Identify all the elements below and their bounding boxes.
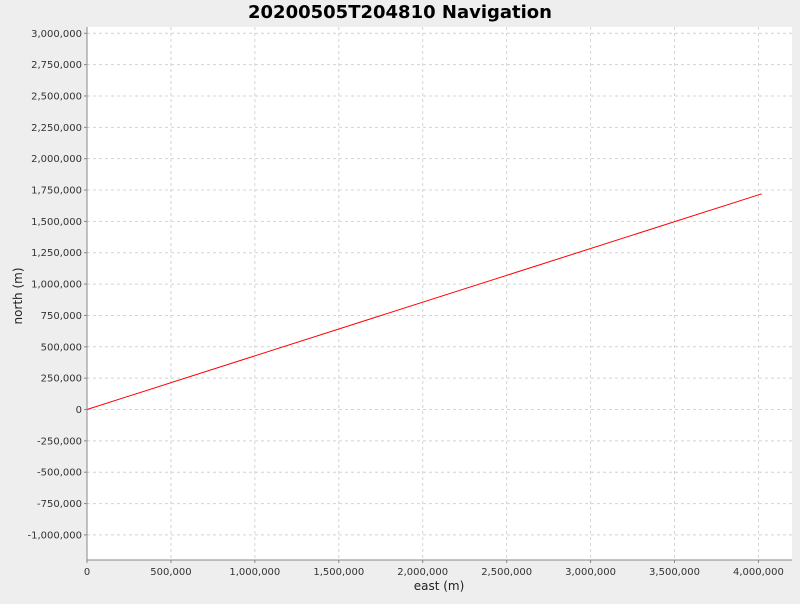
x-tick-label: 4,000,000: [733, 567, 784, 578]
y-tick-label: 2,750,000: [31, 60, 82, 71]
x-tick-label: 3,000,000: [565, 567, 616, 578]
x-tick-label: 0: [84, 567, 90, 578]
y-tick-label: -1,000,000: [27, 530, 82, 541]
y-tick-label: 750,000: [41, 311, 82, 322]
y-tick-label: -250,000: [37, 436, 82, 447]
y-tick-label: 2,250,000: [31, 123, 82, 134]
y-tick-label: 1,750,000: [31, 186, 82, 197]
y-axis-label: north (m): [11, 267, 25, 324]
y-tick-label: 2,500,000: [31, 91, 82, 102]
chart-title: 20200505T204810 Navigation: [248, 2, 552, 23]
y-tick-label: 1,000,000: [31, 280, 82, 291]
chart: 0 500,000 1,000,000 1,500,000 2,000,000 2,500…: [0, 0, 800, 600]
x-tick-label: 2,500,000: [481, 567, 532, 578]
y-tick-label: 1,500,000: [31, 217, 82, 228]
y-tick-label: 3,000,000: [31, 29, 82, 40]
x-tick-label: 1,500,000: [313, 567, 364, 578]
x-tick-label: 500,000: [150, 567, 191, 578]
y-tick-label: 1,250,000: [31, 248, 82, 259]
x-tick-label: 1,000,000: [229, 567, 280, 578]
y-tick-label: 0: [76, 405, 82, 416]
y-tick-label: -750,000: [37, 499, 82, 510]
y-tick-label: 2,000,000: [31, 154, 82, 165]
y-tick-label: -500,000: [37, 468, 82, 479]
y-tick-label: 250,000: [41, 374, 82, 385]
x-tick-label: 3,500,000: [649, 567, 700, 578]
chart-canvas: 0 500,000 1,000,000 1,500,000 2,000,000 2,500…: [0, 0, 800, 600]
x-tick-label: 2,000,000: [397, 567, 448, 578]
x-axis-label: east (m): [414, 579, 465, 593]
plot-area: [87, 27, 792, 560]
y-tick-label: 500,000: [41, 342, 82, 353]
